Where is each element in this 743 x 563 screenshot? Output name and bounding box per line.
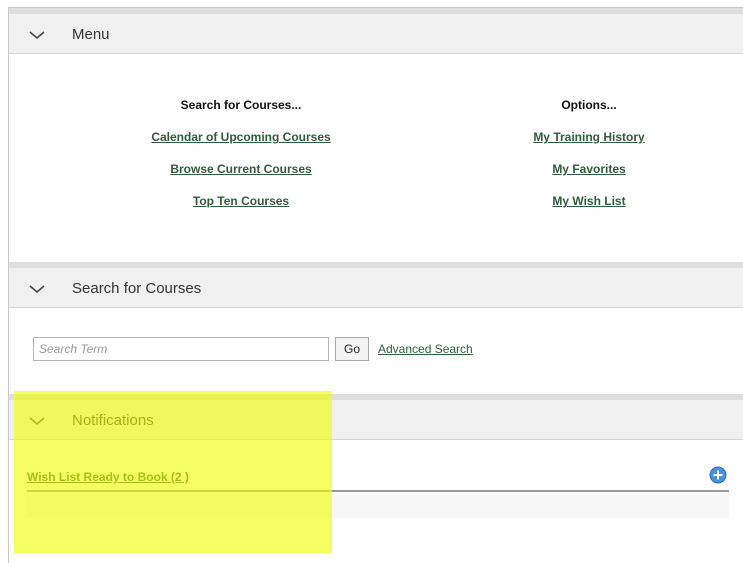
notifications-panel-body: Wish List Ready to Book (2 )	[9, 445, 743, 563]
plus-circle-icon[interactable]	[709, 466, 727, 484]
search-options-column: Search for Courses... Calendar of Upcomi…	[91, 98, 391, 226]
notification-empty-row	[27, 494, 729, 518]
app-frame: Menu Search for Courses... Calendar of U…	[8, 7, 743, 563]
my-favorites-link[interactable]: My Favorites	[439, 162, 739, 178]
advanced-search-link[interactable]: Advanced Search	[378, 342, 473, 356]
menu-panel-title: Menu	[72, 26, 110, 43]
wish-list-ready-link[interactable]: Wish List Ready to Book (2 )	[27, 470, 189, 484]
search-column-heading: Search for Courses...	[180, 98, 302, 112]
chevron-down-icon[interactable]	[27, 25, 47, 45]
notifications-panel-header[interactable]: Notifications	[9, 394, 743, 440]
my-training-history-link[interactable]: My Training History	[439, 130, 739, 146]
search-panel-title: Search for Courses	[72, 280, 202, 297]
options-column-heading: Options...	[561, 98, 617, 112]
top-ten-courses-link[interactable]: Top Ten Courses	[91, 194, 391, 210]
go-button[interactable]: Go	[335, 337, 369, 361]
notification-item: Wish List Ready to Book (2 )	[27, 464, 729, 492]
menu-panel-body: Search for Courses... Calendar of Upcomi…	[9, 62, 743, 262]
chevron-down-icon[interactable]	[27, 411, 47, 431]
browse-current-courses-link[interactable]: Browse Current Courses	[91, 162, 391, 178]
chevron-down-icon[interactable]	[27, 279, 47, 299]
options-column: Options... My Training History My Favori…	[439, 98, 739, 226]
search-panel-header[interactable]: Search for Courses	[9, 262, 743, 308]
notifications-panel-title: Notifications	[72, 412, 154, 429]
my-wish-list-link[interactable]: My Wish List	[439, 194, 739, 210]
search-term-input[interactable]	[33, 337, 329, 361]
menu-panel-header[interactable]: Menu	[9, 8, 743, 54]
calendar-upcoming-courses-link[interactable]: Calendar of Upcoming Courses	[91, 130, 391, 146]
